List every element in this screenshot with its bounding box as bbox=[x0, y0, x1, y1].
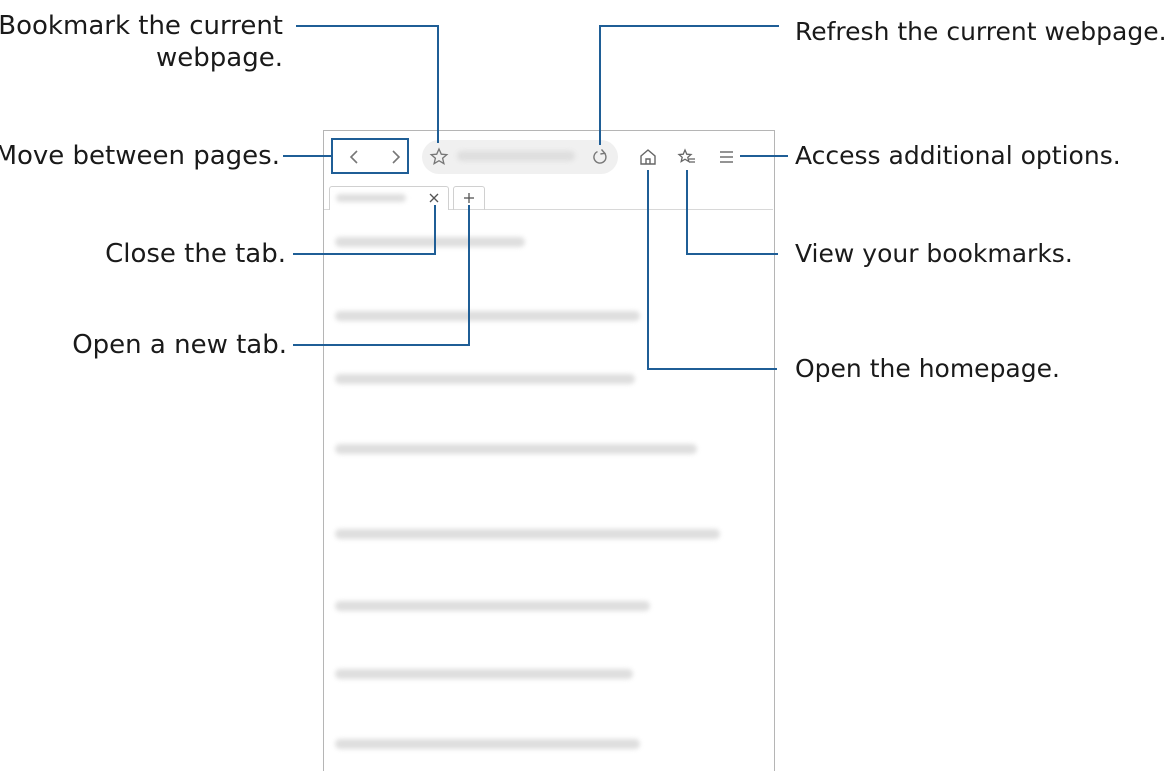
callout-line-refresh-v bbox=[599, 25, 601, 145]
url-text bbox=[457, 151, 575, 161]
callout-line-newtab-h bbox=[293, 344, 470, 346]
nav-buttons-highlight bbox=[331, 138, 409, 174]
home-button[interactable] bbox=[637, 146, 659, 168]
menu-button[interactable] bbox=[716, 146, 738, 168]
callout-line-close-h bbox=[293, 253, 436, 255]
content-line bbox=[335, 739, 640, 749]
callout-line-bookmark-h bbox=[296, 25, 439, 27]
content-line bbox=[335, 669, 633, 679]
callout-move-label: Move between pages. bbox=[0, 141, 280, 171]
callout-line-move bbox=[283, 155, 331, 157]
bookmark-page-button[interactable] bbox=[427, 145, 451, 169]
content-line bbox=[335, 311, 640, 321]
callout-line-options bbox=[740, 155, 788, 157]
bookmarks-icon bbox=[677, 148, 695, 163]
content-line bbox=[335, 601, 650, 611]
content-line bbox=[335, 529, 720, 539]
content-line bbox=[335, 444, 697, 454]
refresh-icon bbox=[593, 149, 607, 164]
callout-bookmarks-label: View your bookmarks. bbox=[795, 239, 1073, 268]
callout-bookmark-label: Bookmark the current webpage. bbox=[0, 10, 283, 74]
star-icon bbox=[429, 147, 449, 165]
callout-options-label: Access additional options. bbox=[795, 141, 1121, 170]
callout-homepage-label: Open the homepage. bbox=[795, 354, 1060, 383]
callout-line-close-v bbox=[434, 205, 436, 255]
home-icon bbox=[640, 149, 656, 165]
callout-line-newtab-v bbox=[468, 205, 470, 346]
callout-close-tab-label: Close the tab. bbox=[105, 239, 286, 269]
content-line bbox=[335, 237, 525, 247]
bookmarks-button[interactable] bbox=[676, 146, 698, 168]
callout-line-home-h bbox=[647, 368, 777, 370]
callout-bookmark-line1: Bookmark the current bbox=[0, 11, 283, 41]
callout-line-home-v bbox=[647, 170, 649, 370]
content-line bbox=[335, 374, 635, 384]
callout-bookmark-line2: webpage. bbox=[156, 43, 283, 73]
callout-line-bookmarks-v bbox=[686, 170, 688, 255]
callout-line-bookmarks-h bbox=[686, 253, 778, 255]
callout-new-tab-label: Open a new tab. bbox=[72, 330, 287, 360]
menu-icon bbox=[720, 151, 733, 163]
callout-refresh-label: Refresh the current webpage. bbox=[795, 17, 1167, 46]
refresh-button[interactable] bbox=[588, 145, 612, 169]
callout-line-refresh-h bbox=[599, 25, 779, 27]
tab-title bbox=[336, 194, 406, 202]
callout-line-bookmark-v bbox=[437, 25, 439, 143]
